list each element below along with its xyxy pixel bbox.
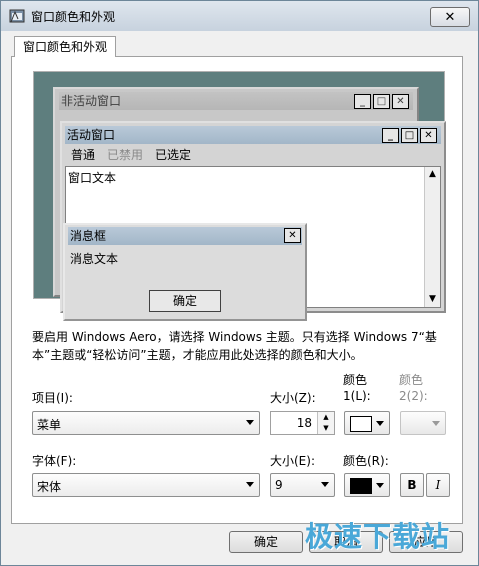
close-icon: ✕ [284, 228, 301, 243]
inactive-window-controls: _ □ ✕ [352, 94, 409, 109]
chevron-down-icon [321, 482, 329, 487]
close-icon: ✕ [444, 9, 456, 25]
scroll-up-icon: ▲ [429, 169, 436, 179]
item-label: 项目(I): [32, 391, 73, 405]
maximize-icon: □ [373, 94, 390, 109]
aero-note: 要启用 Windows Aero，请选择 Windows 主题。只有选择 Win… [32, 330, 437, 362]
item-select[interactable]: 菜单 [32, 411, 260, 435]
font-size-label: 大小(E): [270, 454, 315, 468]
title-bar: 窗口颜色和外观 ✕ [1, 1, 478, 31]
tab-appearance[interactable]: 窗口颜色和外观 [14, 36, 117, 57]
appearance-icon [9, 9, 25, 23]
item-size-value: 18 [296, 416, 312, 430]
inactive-title-bar: 非活动窗口 _ □ ✕ [59, 92, 413, 110]
bold-button[interactable]: B [400, 473, 424, 497]
active-window-title: 活动窗口 [67, 128, 116, 142]
font-size-select[interactable]: 9 [270, 473, 335, 497]
active-title-bar: 活动窗口 _ □ ✕ [65, 126, 441, 144]
preview-menubar: 普通 已禁用 已选定 [65, 146, 191, 163]
preview-scrollbar[interactable]: ▲ ▼ [424, 167, 440, 307]
item-size-label: 大小(Z): [270, 391, 316, 405]
color1-label-top: 颜色 [343, 373, 368, 387]
scroll-down-icon: ▼ [429, 294, 436, 304]
font-label: 字体(F): [32, 454, 77, 468]
color2-picker[interactable] [400, 411, 446, 435]
close-button[interactable]: ✕ [430, 7, 470, 27]
font-select[interactable]: 宋体 [32, 473, 260, 497]
stepper-down-icon[interactable]: ▼ [318, 423, 334, 434]
chevron-down-icon [246, 482, 254, 487]
color1-label-bottom: 1(L): [343, 389, 371, 403]
preview-message-box[interactable]: 消息框 ✕ 消息文本 确定 [63, 223, 307, 321]
close-icon: ✕ [392, 94, 409, 109]
font-size-value: 9 [275, 478, 283, 492]
color2-label-top: 颜色 [399, 373, 424, 387]
item-size-stepper[interactable]: 18 ▲ ▼ [270, 411, 335, 435]
chevron-down-icon [376, 483, 384, 488]
item-value: 菜单 [37, 418, 62, 432]
menu-selected[interactable]: 已选定 [155, 146, 191, 163]
font-color-label: 颜色(R): [343, 454, 389, 468]
window-title: 窗口颜色和外观 [31, 10, 116, 24]
watermark: 极速下载站 [305, 520, 451, 553]
chevron-down-icon [246, 420, 254, 425]
font-color-picker[interactable] [344, 473, 390, 497]
italic-button[interactable]: I [426, 473, 450, 497]
ok-button[interactable]: 确定 [229, 531, 303, 553]
color1-picker[interactable] [344, 411, 390, 435]
stepper-up-icon[interactable]: ▲ [318, 412, 334, 423]
font-value: 宋体 [37, 480, 62, 494]
chevron-down-icon [432, 421, 440, 426]
appearance-preview[interactable]: 非活动窗口 _ □ ✕ 活动窗口 _ □ ✕ 普通 已禁用 已选定 窗口文本 ▲… [33, 71, 446, 321]
inactive-window-title: 非活动窗口 [61, 94, 122, 108]
menu-normal[interactable]: 普通 [71, 146, 95, 163]
preview-ok-button[interactable]: 确定 [149, 290, 221, 312]
window-text: 窗口文本 [68, 171, 117, 185]
minimize-icon: _ [382, 128, 399, 143]
stepper-buttons[interactable]: ▲ ▼ [317, 412, 334, 434]
color2-label-bottom: 2(2): [399, 389, 428, 403]
close-icon: ✕ [420, 128, 437, 143]
menu-disabled[interactable]: 已禁用 [107, 146, 143, 163]
message-text: 消息文本 [70, 252, 119, 266]
color1-swatch [350, 416, 372, 432]
maximize-icon: □ [401, 128, 418, 143]
chevron-down-icon [376, 421, 384, 426]
dialog-window: 窗口颜色和外观 ✕ 窗口颜色和外观 非活动窗口 _ □ ✕ 活动窗口 _ □ ✕… [0, 0, 479, 566]
minimize-icon: _ [354, 94, 371, 109]
tab-panel: 非活动窗口 _ □ ✕ 活动窗口 _ □ ✕ 普通 已禁用 已选定 窗口文本 ▲… [11, 56, 463, 524]
font-color-swatch [350, 478, 372, 494]
message-box-title-bar: 消息框 ✕ [68, 227, 302, 245]
message-box-title: 消息框 [70, 229, 107, 243]
active-window-controls: _ □ ✕ [380, 128, 437, 143]
